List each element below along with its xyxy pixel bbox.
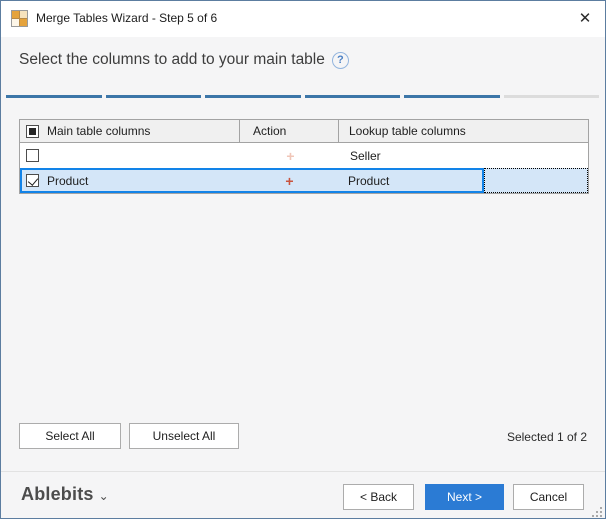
table-row-selected[interactable]: Product + Product	[20, 168, 588, 193]
selection-box[interactable]: Product + Product	[20, 168, 484, 193]
select-all-checkbox[interactable]	[26, 124, 39, 138]
progress-steps	[6, 95, 599, 98]
resize-grip[interactable]	[592, 507, 602, 517]
next-button[interactable]: Next >	[425, 484, 504, 510]
back-button[interactable]: < Back	[343, 484, 414, 510]
columns-table: Main table columns Action Lookup table c…	[19, 119, 589, 194]
footer: Ablebits ⌄ < Back Next > Cancel	[1, 472, 605, 518]
ablebits-brand-menu[interactable]: Ablebits ⌄	[21, 484, 109, 505]
chevron-down-icon: ⌄	[98, 489, 109, 503]
brand-label: Ablebits	[21, 484, 94, 504]
progress-segment	[6, 95, 102, 98]
select-all-button[interactable]: Select All	[19, 423, 121, 449]
column-header-main: Main table columns	[47, 124, 151, 138]
progress-segment	[205, 95, 301, 98]
page-title: Select the columns to add to your main t…	[19, 51, 325, 68]
add-column-icon[interactable]: +	[285, 174, 293, 188]
main-column-value: Product	[47, 173, 89, 188]
table-row[interactable]: + Seller	[20, 143, 588, 168]
progress-segment	[105, 95, 201, 98]
column-header-lookup: Lookup table columns	[349, 124, 466, 138]
progress-segment	[503, 95, 599, 98]
window-title: Merge Tables Wizard - Step 5 of 6	[36, 11, 218, 25]
app-icon	[11, 10, 28, 27]
add-column-icon[interactable]: +	[286, 149, 294, 163]
help-icon[interactable]: ?	[331, 51, 349, 69]
progress-segment	[404, 95, 500, 98]
progress-segment	[304, 95, 400, 98]
close-icon[interactable]: ✕	[571, 5, 599, 31]
merge-tables-wizard-dialog: Merge Tables Wizard - Step 5 of 6 ✕ Sele…	[0, 0, 606, 519]
title-bar[interactable]: Merge Tables Wizard - Step 5 of 6 ✕	[1, 1, 605, 37]
selected-count-status: Selected 1 of 2	[506, 430, 587, 444]
column-header-action: Action	[253, 124, 287, 138]
unselect-all-button[interactable]: Unselect All	[129, 423, 239, 449]
row-checkbox[interactable]	[26, 149, 39, 162]
lookup-column-value: Seller	[350, 148, 381, 163]
focus-cell[interactable]	[484, 168, 588, 193]
lookup-column-value: Product	[348, 173, 390, 188]
cancel-button[interactable]: Cancel	[513, 484, 584, 510]
table-header-row: Main table columns Action Lookup table c…	[20, 120, 588, 143]
row-checkbox[interactable]	[26, 174, 39, 187]
